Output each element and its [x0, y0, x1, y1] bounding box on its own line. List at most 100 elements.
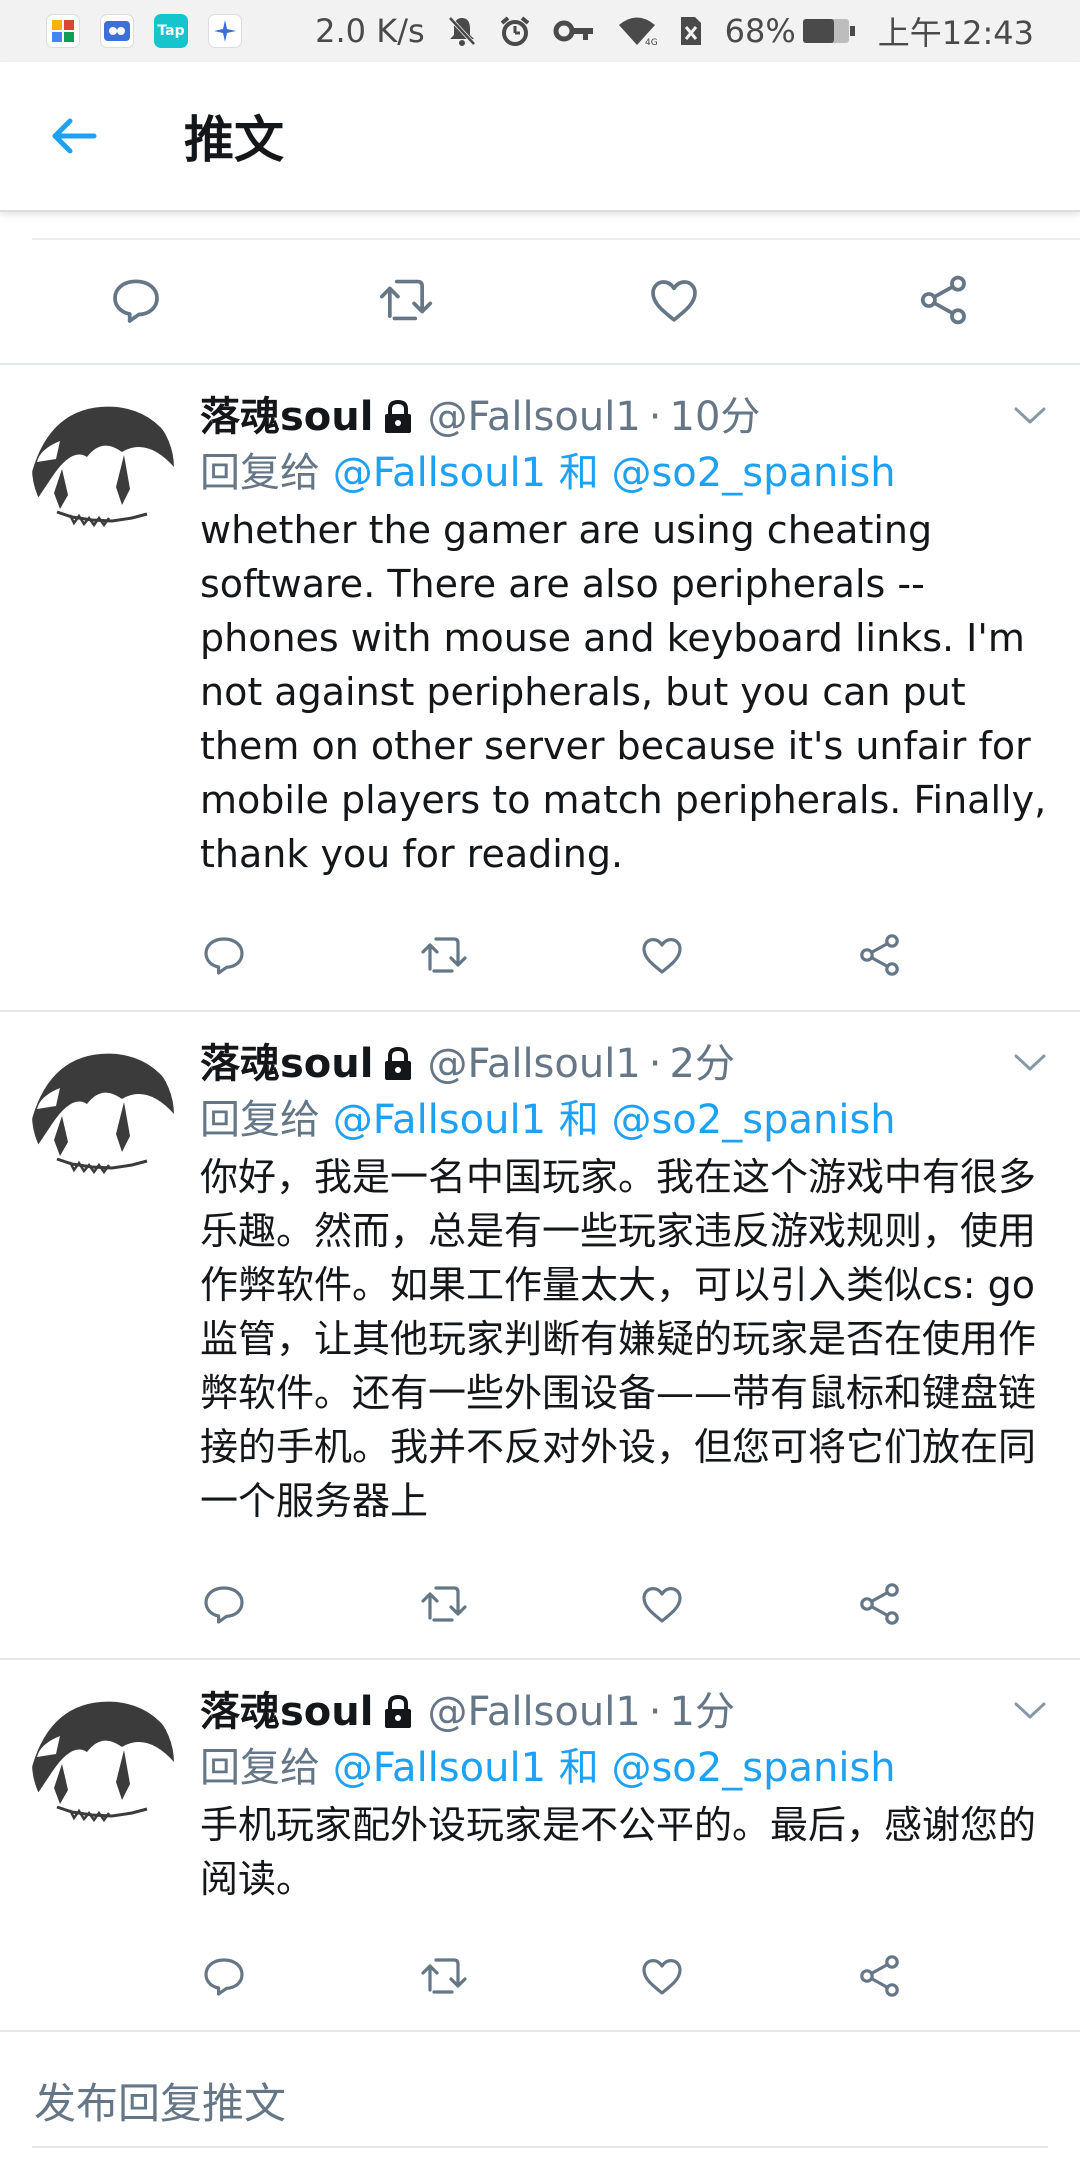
back-button[interactable]: [44, 106, 104, 166]
author-handle: @Fallsoul1: [427, 1041, 641, 1087]
retweet-button[interactable]: [418, 1580, 470, 1632]
reply-button[interactable]: [200, 1580, 248, 1632]
tweet-header: 落魂soul @Fallsoul1 · 1分: [200, 1686, 735, 1738]
author-handle: @Fallsoul1: [427, 394, 641, 440]
blue-app-icon: [100, 14, 134, 48]
heart-icon: [651, 280, 697, 322]
battery-indicator: 68%: [725, 12, 856, 50]
reply-icon: [113, 279, 159, 323]
like-button[interactable]: [638, 1580, 686, 1632]
retweet-icon: [421, 1586, 467, 1622]
author-handle: @Fallsoul1: [427, 1689, 641, 1735]
tweet-text: 你好，我是一名中国玩家。我在这个游戏中有很多乐趣。然而，总是有一些玩家违反游戏规…: [200, 1155, 1037, 1523]
avatar[interactable]: [32, 1692, 174, 1834]
tweet-action-bar: [0, 1952, 1080, 2012]
status-bar: Tap 2.0 K/s 4G 68% 上午12:43: [0, 0, 1080, 62]
alarm-icon: [499, 15, 531, 47]
tweet-action-bar: [0, 931, 1080, 991]
chevron-down-icon: [1014, 1702, 1046, 1719]
mention-link[interactable]: @Fallsoul1: [333, 1745, 546, 1791]
separator-dot: ·: [648, 1041, 662, 1087]
battery-percent: 68%: [724, 12, 796, 50]
reply-compose-bar[interactable]: 发布回复推文: [0, 2034, 1080, 2160]
reply-input[interactable]: 发布回复推文: [34, 2070, 286, 2131]
tweet[interactable]: 落魂soul @Fallsoul1 · 1分 回复给 @Fallsoul1 和 …: [0, 1662, 1080, 2032]
chevron-down-icon: [1014, 407, 1046, 424]
author-name[interactable]: 落魂soul: [200, 1686, 373, 1738]
retweet-icon: [421, 1958, 467, 1994]
svg-text:4G: 4G: [645, 38, 657, 46]
tweet-header: 落魂soul @Fallsoul1 · 2分: [200, 1038, 735, 1090]
reply-button[interactable]: [108, 272, 164, 332]
like-button[interactable]: [646, 272, 702, 332]
heart-icon: [642, 1959, 682, 1995]
reply-icon: [204, 1586, 244, 1624]
avatar[interactable]: [32, 1044, 174, 1186]
tweet-menu-button[interactable]: [1012, 1050, 1048, 1078]
back-arrow-icon: [52, 118, 97, 154]
tweet-time: 2分: [669, 1041, 735, 1087]
mention-conjunction: 和: [558, 1745, 599, 1791]
share-button[interactable]: [856, 1580, 904, 1632]
lock-icon: [381, 399, 415, 435]
retweet-button[interactable]: [418, 1952, 470, 2004]
app-bar: 推文: [0, 62, 1080, 212]
tweet[interactable]: 落魂soul @Fallsoul1 · 2分 回复给 @Fallsoul1 和 …: [0, 1014, 1080, 1660]
mention-conjunction: 和: [558, 450, 599, 496]
input-underline: [32, 2146, 1048, 2148]
tweet[interactable]: 落魂soul @Fallsoul1 · 10分 回复给 @Fallsoul1 和…: [0, 367, 1080, 1012]
tap-app-label: Tap: [157, 23, 185, 39]
mute-icon: [447, 15, 477, 47]
mention-link[interactable]: @Fallsoul1: [333, 450, 546, 496]
mention-link[interactable]: @so2_spanish: [611, 1745, 895, 1791]
retweet-button[interactable]: [418, 931, 470, 983]
reply-prefix: 回复给: [200, 1097, 320, 1143]
separator-dot: ·: [648, 394, 662, 440]
mention-conjunction: 和: [558, 1097, 599, 1143]
sim-icon: [679, 15, 703, 47]
mention-link[interactable]: @so2_spanish: [611, 450, 895, 496]
like-button[interactable]: [638, 931, 686, 983]
reply-prefix: 回复给: [200, 450, 320, 496]
tweet-menu-button[interactable]: [1012, 1698, 1048, 1726]
like-button[interactable]: [638, 1952, 686, 2004]
share-button[interactable]: [856, 931, 904, 983]
retweet-button[interactable]: [376, 272, 436, 332]
puzzle-app-icon: [46, 14, 80, 48]
tweet-action-bar: [0, 1580, 1080, 1640]
reply-to-line: 回复给 @Fallsoul1 和 @so2_spanish: [200, 447, 896, 499]
chevron-down-icon: [1014, 1054, 1046, 1071]
tweet-text: 手机玩家配外设玩家是不公平的。最后，感谢您的阅读。: [200, 1803, 1037, 1901]
author-name[interactable]: 落魂soul: [200, 1038, 373, 1090]
lock-icon: [381, 1694, 415, 1730]
separator-dot: ·: [648, 1689, 662, 1735]
page-title: 推文: [184, 111, 284, 169]
share-button[interactable]: [856, 1952, 904, 2004]
reply-to-line: 回复给 @Fallsoul1 和 @so2_spanish: [200, 1094, 896, 1146]
notification-icons: Tap: [46, 14, 242, 48]
share-button[interactable]: [916, 272, 972, 332]
system-indicators: 2.0 K/s 4G 68% 上午12:43: [315, 8, 1034, 54]
share-icon: [920, 275, 966, 325]
battery-icon: [802, 19, 855, 43]
tweet-text: whether the gamer are using cheating sof…: [200, 508, 1047, 876]
share-icon: [860, 1583, 899, 1625]
reply-button[interactable]: [200, 931, 248, 983]
heart-icon: [642, 1587, 682, 1623]
tweet-action-bar: [0, 240, 1080, 365]
mention-link[interactable]: @so2_spanish: [611, 1097, 895, 1143]
reply-prefix: 回复给: [200, 1745, 320, 1791]
heart-icon: [642, 938, 682, 974]
tweet-header: 落魂soul @Fallsoul1 · 10分: [200, 391, 760, 443]
retweet-icon: [421, 937, 467, 973]
reply-icon: [204, 937, 244, 975]
retweet-icon: [379, 279, 433, 321]
reply-button[interactable]: [200, 1952, 248, 2004]
lock-icon: [381, 1046, 415, 1082]
tweet-menu-button[interactable]: [1012, 403, 1048, 431]
wifi-icon: 4G: [617, 16, 657, 46]
reply-to-line: 回复给 @Fallsoul1 和 @so2_spanish: [200, 1742, 896, 1794]
avatar[interactable]: [32, 397, 174, 539]
author-name[interactable]: 落魂soul: [200, 391, 373, 443]
mention-link[interactable]: @Fallsoul1: [333, 1097, 546, 1143]
